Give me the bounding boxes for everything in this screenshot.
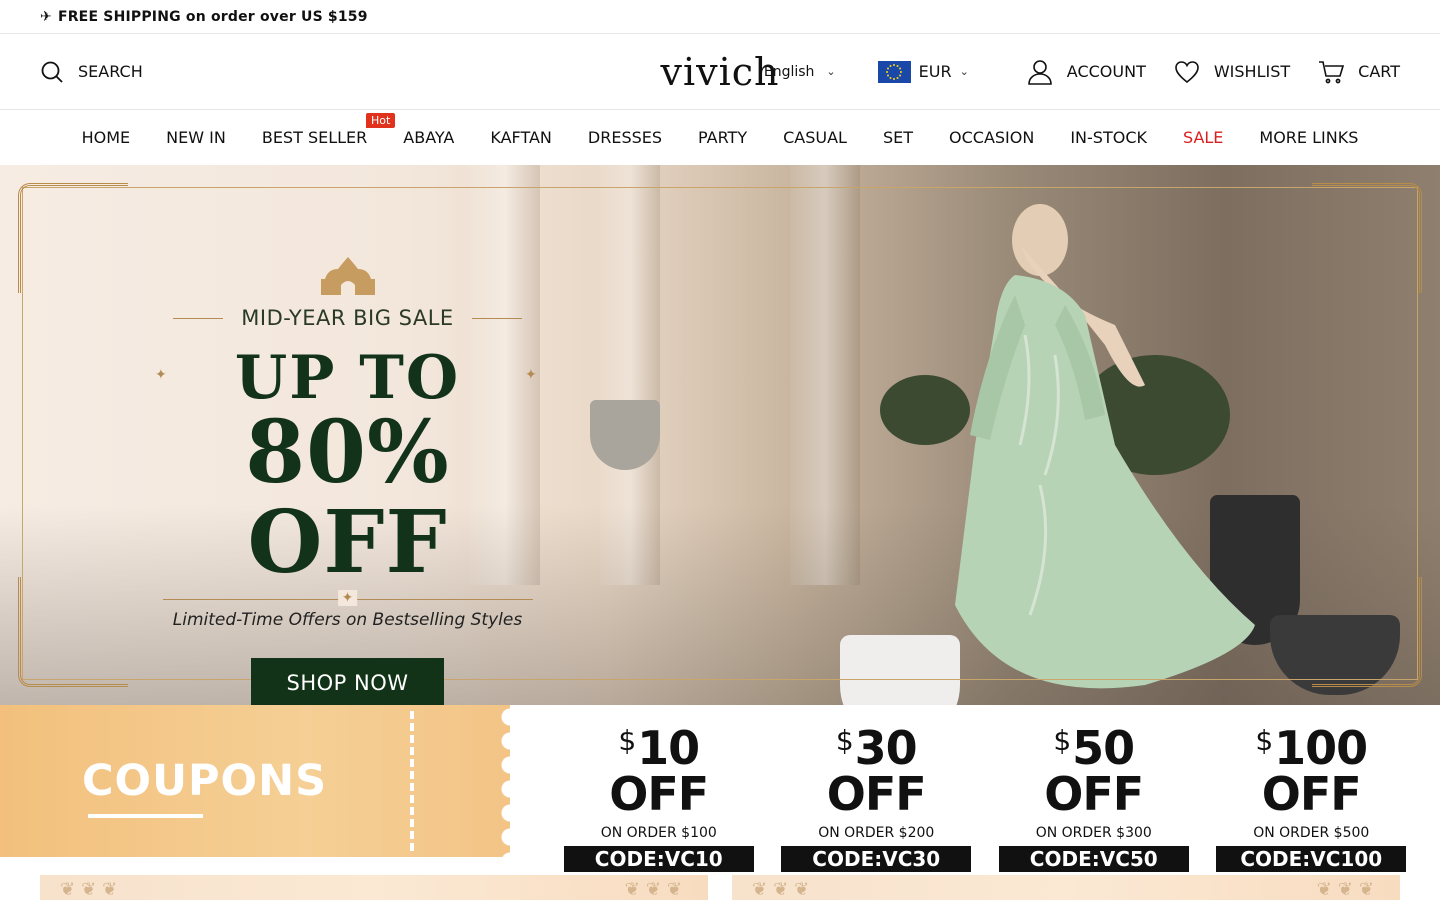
ornament-icon: ❦❦❦ <box>624 879 688 900</box>
corner-ornament <box>18 577 128 687</box>
corner-ornament <box>18 183 128 293</box>
ornament-icon: ❦❦❦ <box>60 879 124 900</box>
currency-sign: $ <box>1053 724 1071 757</box>
coupon-card[interactable]: $50 OFF ON ORDER $300 CODE:VC50 <box>998 725 1189 872</box>
nav-casual[interactable]: CASUAL <box>765 128 865 147</box>
wishlist-label: WISHLIST <box>1213 62 1291 81</box>
ticket-notch <box>498 705 522 857</box>
shop-now-button[interactable]: SHOP NOW <box>251 657 444 705</box>
category-tile[interactable]: ❦❦❦ ❦❦❦ <box>40 875 708 900</box>
nav-best-seller[interactable]: BEST SELLER Hot <box>244 113 396 147</box>
currency-sign: $ <box>835 724 854 757</box>
coupon-amount: $30 OFF <box>781 725 971 817</box>
category-tile[interactable]: ❦❦❦ ❦❦❦ <box>732 875 1400 900</box>
hero-banner[interactable]: ✦ ✦ MID-YEAR BIG SALE UP TO 80% OFF Limi… <box>0 165 1440 705</box>
coupon-code[interactable]: CODE:VC50 <box>998 846 1189 872</box>
ticket-perforation <box>410 711 414 851</box>
planter-image <box>840 635 960 705</box>
announcement-text: FREE SHIPPING on order over US $159 <box>57 8 368 25</box>
corner-ornament <box>1312 577 1422 687</box>
user-icon <box>1027 59 1052 85</box>
hero-tagline: Limited-Time Offers on Bestselling Style… <box>172 609 523 630</box>
coupon-condition: ON ORDER $500 <box>1253 825 1370 841</box>
ornament-icon: ❦❦❦ <box>752 879 816 900</box>
coupons-label-panel: COUPONS <box>0 705 522 857</box>
nav-party[interactable]: PARTY <box>680 128 765 147</box>
nav-abaya[interactable]: ABAYA <box>385 128 472 147</box>
mosque-icon <box>135 255 560 302</box>
site-header: SEARCH vivich English ⌄ EUR ⌄ ACCOUNT WI… <box>0 34 1440 110</box>
hero-subhead: MID-YEAR BIG SALE <box>135 306 560 330</box>
coupon-condition: ON ORDER $100 <box>600 825 717 841</box>
coupon-amount: $100 OFF <box>1216 725 1406 817</box>
brand-logo[interactable]: vivich <box>661 50 780 94</box>
currency-selector[interactable]: EUR ⌄ <box>877 60 969 83</box>
hero-headline-line2: 80% OFF <box>245 402 450 594</box>
coupon-code[interactable]: CODE:VC10 <box>563 846 754 872</box>
coupon-amount-text: 100 OFF <box>1261 721 1368 821</box>
wishlist-link[interactable]: WISHLIST <box>1174 60 1290 84</box>
corner-ornament <box>1312 183 1422 293</box>
nav-home[interactable]: HOME <box>64 128 149 147</box>
currency-sign: $ <box>618 724 636 757</box>
hero-promo: MID-YEAR BIG SALE UP TO 80% OFF Limited-… <box>135 255 560 705</box>
account-link[interactable]: ACCOUNT <box>1027 59 1146 85</box>
hero-headline-line1: UP TO <box>234 343 461 413</box>
eu-flag-icon <box>877 60 911 83</box>
search-label: SEARCH <box>78 62 143 81</box>
nav-best-seller-label: BEST SELLER <box>261 128 368 147</box>
coupon-code[interactable]: CODE:VC30 <box>781 846 972 872</box>
model-image <box>955 204 1255 689</box>
chevron-down-icon: ⌄ <box>959 65 969 78</box>
coupon-card[interactable]: $10 OFF ON ORDER $100 CODE:VC10 <box>563 725 754 872</box>
header-tools: English ⌄ EUR ⌄ ACCOUNT WISHLIST CART <box>764 59 1400 85</box>
nav-more-links[interactable]: MORE LINKS <box>1241 128 1376 147</box>
coupon-list: $10 OFF ON ORDER $100 CODE:VC10 $30 OFF … <box>510 705 1440 872</box>
cart-icon <box>1319 60 1345 83</box>
nav-sale[interactable]: SALE <box>1165 128 1241 147</box>
currency-value: EUR <box>918 62 952 81</box>
nav-dresses[interactable]: DRESSES <box>570 128 680 147</box>
coupon-condition: ON ORDER $200 <box>818 825 935 841</box>
ornament-divider <box>162 598 533 600</box>
announcement-bar: ✈ FREE SHIPPING on order over US $159 <box>0 0 1440 34</box>
cart-link[interactable]: CART <box>1318 60 1400 84</box>
coupon-card[interactable]: $30 OFF ON ORDER $200 CODE:VC30 <box>781 725 972 872</box>
account-label: ACCOUNT <box>1066 62 1146 81</box>
hot-badge: Hot <box>365 113 396 128</box>
divider-line <box>471 317 522 319</box>
coupons-strip: COUPONS $10 OFF ON ORDER $100 CODE:VC10 … <box>0 705 1440 872</box>
divider-line <box>173 317 224 319</box>
ornament-icon: ❦❦❦ <box>1316 879 1380 900</box>
airplane-icon: ✈ <box>40 8 52 25</box>
coupon-card[interactable]: $100 OFF ON ORDER $500 CODE:VC100 <box>1216 725 1407 872</box>
nav-set[interactable]: SET <box>865 128 931 147</box>
heart-icon <box>1175 60 1199 83</box>
nav-occasion[interactable]: OCCASION <box>931 128 1052 147</box>
nav-in-stock[interactable]: IN-STOCK <box>1052 128 1165 147</box>
hero-subhead-text: MID-YEAR BIG SALE <box>241 306 454 330</box>
search-button[interactable]: SEARCH <box>40 60 143 84</box>
planter-image <box>590 400 660 470</box>
coupons-title: COUPONS <box>82 756 328 818</box>
cart-label: CART <box>1358 62 1400 81</box>
eu-stars-icon <box>886 63 903 80</box>
main-nav: HOME NEW IN BEST SELLER Hot ABAYA KAFTAN … <box>0 110 1440 165</box>
nav-new-in[interactable]: NEW IN <box>148 128 244 147</box>
coupon-condition: ON ORDER $300 <box>1035 825 1152 841</box>
coupon-amount: $10 OFF <box>564 725 754 817</box>
chevron-down-icon: ⌄ <box>826 65 836 78</box>
search-icon <box>41 61 63 83</box>
currency-sign: $ <box>1255 724 1273 757</box>
coupon-code[interactable]: CODE:VC100 <box>1216 846 1407 872</box>
nav-kaftan[interactable]: KAFTAN <box>472 128 570 147</box>
coupon-amount: $50 OFF <box>999 725 1189 817</box>
